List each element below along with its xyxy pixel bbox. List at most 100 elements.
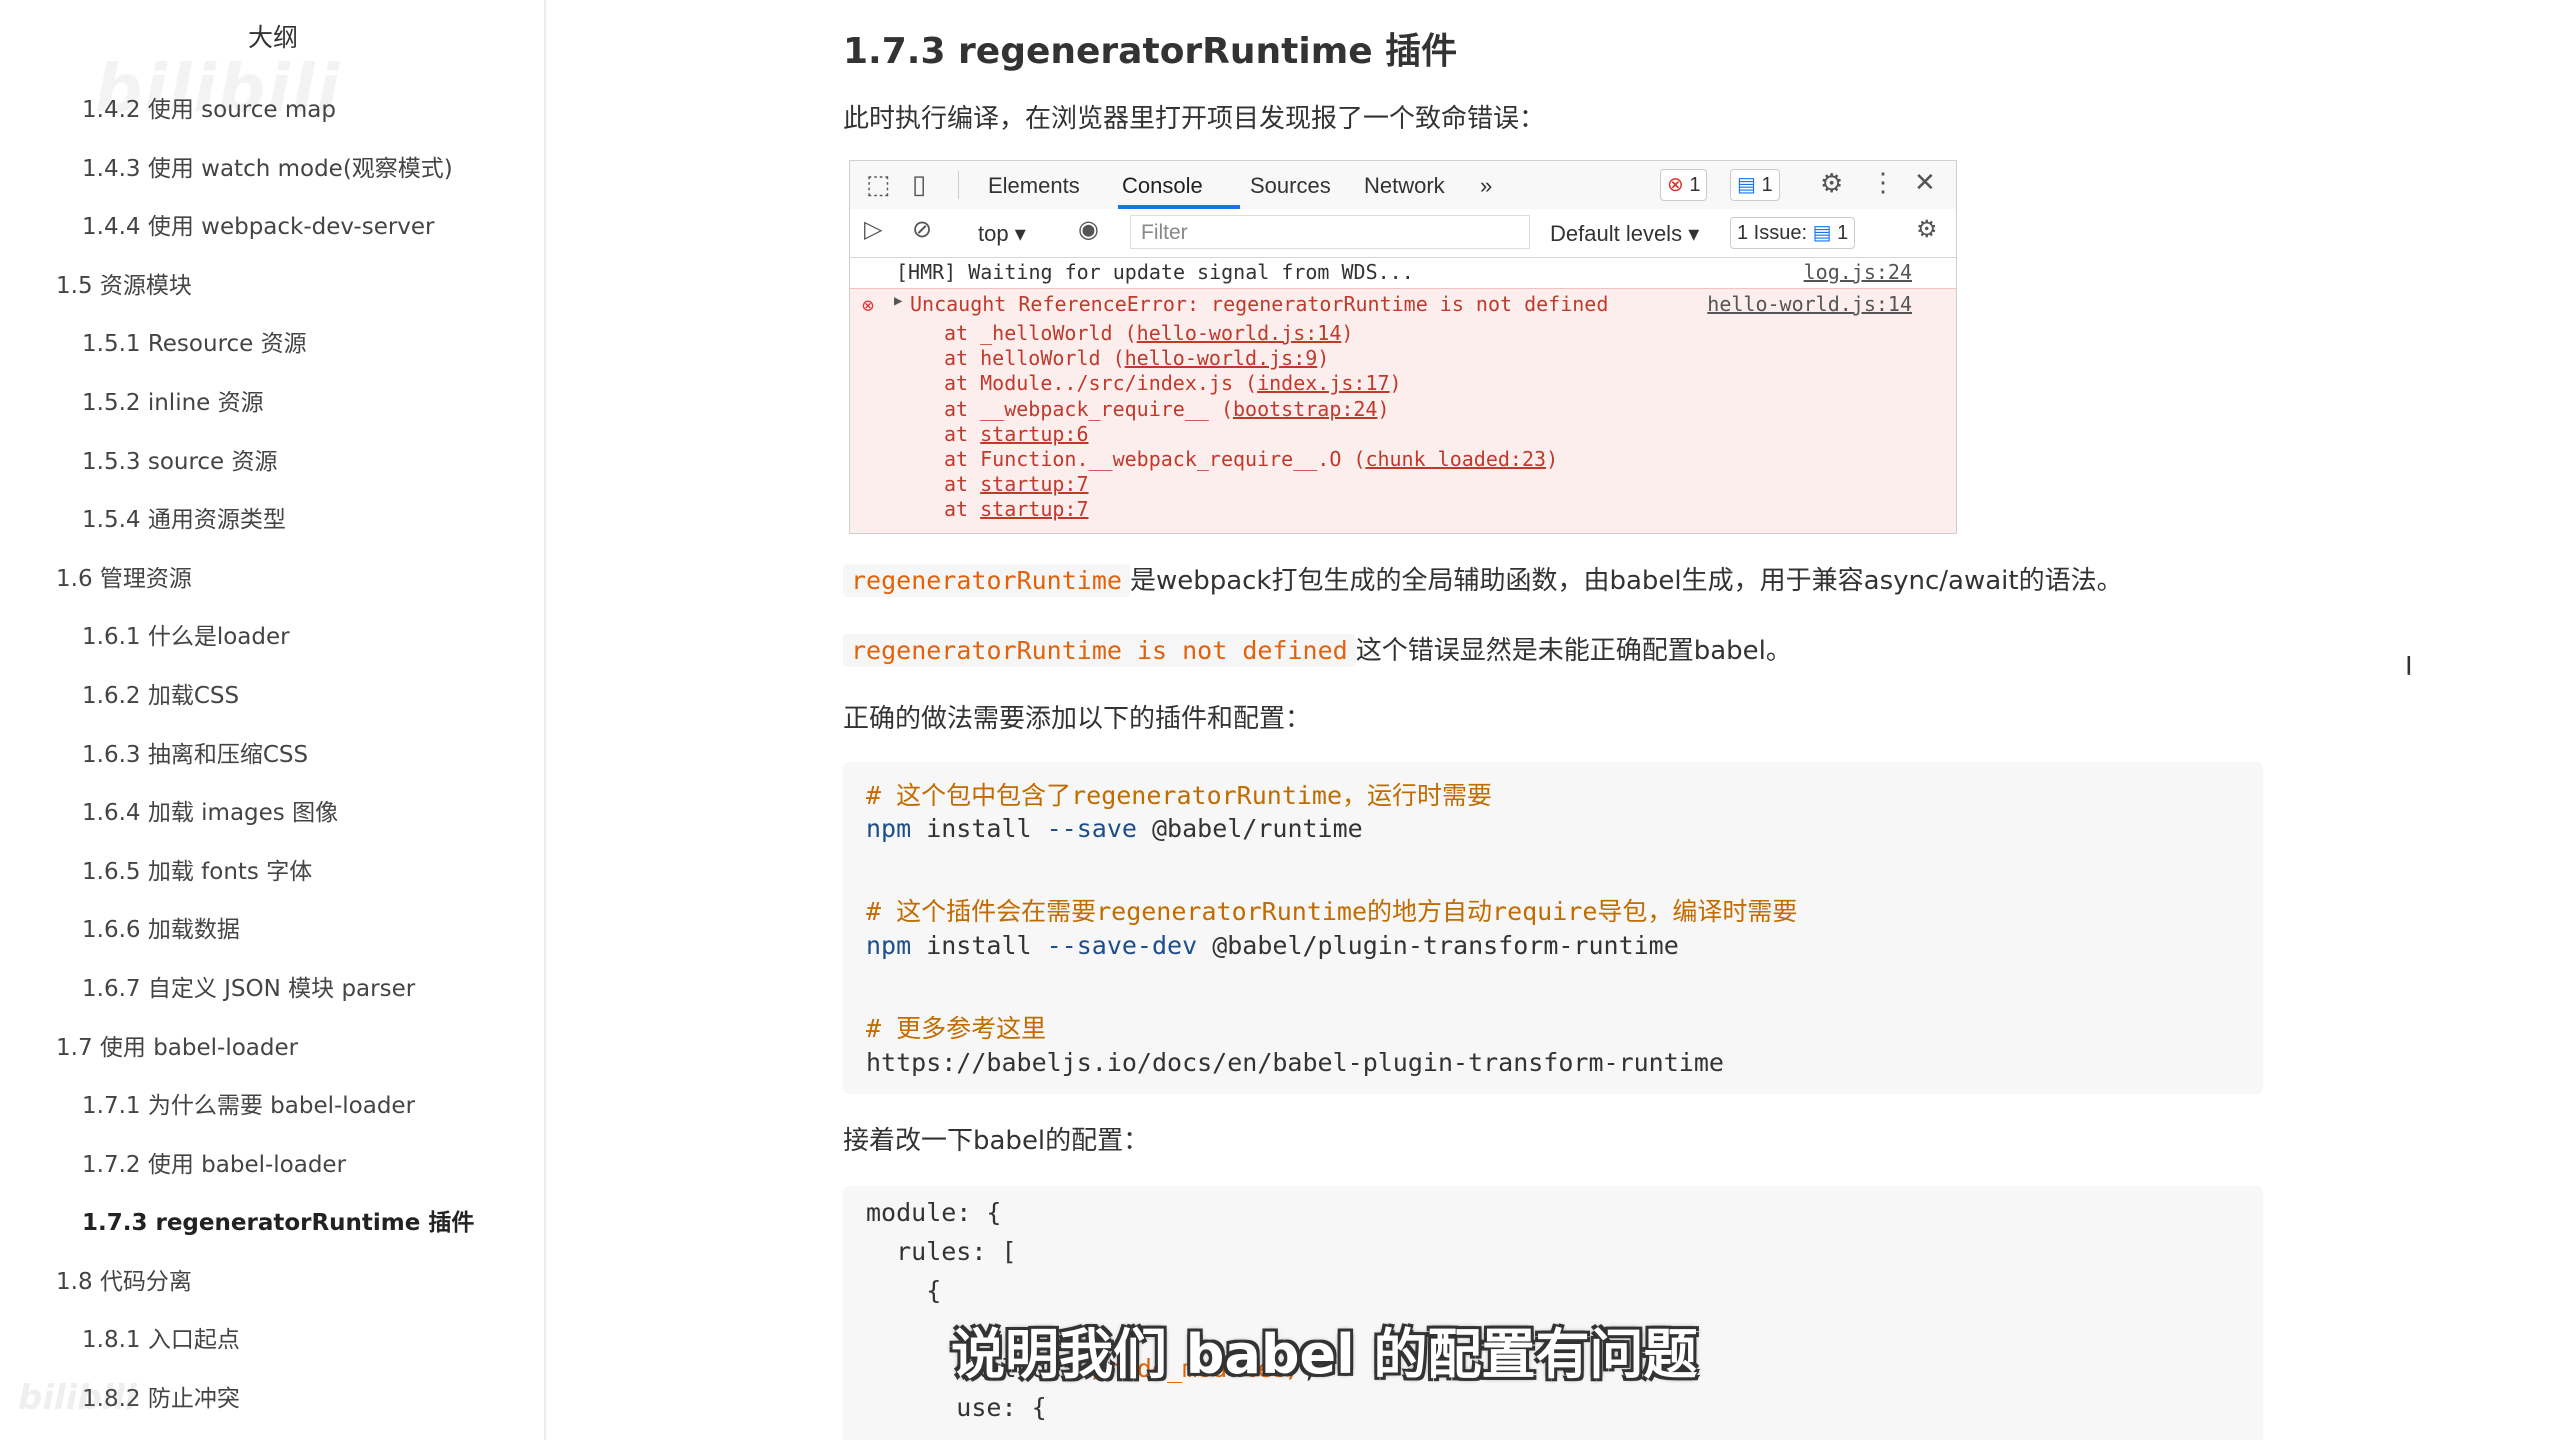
stack-frame-text: at Module../src/index.js ( bbox=[944, 371, 1258, 396]
page-title: 1.7.3 regeneratorRuntime 插件 bbox=[843, 31, 1458, 72]
outline-title: 大纲 bbox=[247, 23, 298, 52]
log-levels-value: Default levels bbox=[1550, 221, 1683, 246]
stack-frame-link: hello-world.js:14 bbox=[1136, 321, 1342, 345]
code-text: install bbox=[911, 814, 1047, 843]
tabbar-separator bbox=[958, 171, 959, 199]
stack-frame-link: startup:6 bbox=[980, 421, 1089, 446]
stack-frame-link: bootstrap:24 bbox=[1232, 396, 1378, 421]
stack-frame: at helloWorld (hello-world.js:9) bbox=[944, 346, 1329, 370]
inline-code: regeneratorRuntime is not defined bbox=[843, 634, 1356, 667]
log-source-link: log.js:24 bbox=[1803, 260, 1912, 284]
toc-item[interactable]: 1.6.3 抽离和压缩CSS bbox=[0, 731, 546, 790]
toc-item[interactable]: 1.5.2 inline 资源 bbox=[0, 379, 546, 438]
code-flag: --save-dev bbox=[1046, 931, 1198, 960]
console-settings-icon: ⚙ bbox=[1916, 216, 1938, 243]
toc-list: 1.4.2 使用 source map 1.4.3 使用 watch mode(观… bbox=[0, 86, 546, 1434]
devtools-screenshot: ⬚ ▯ Elements Console Sources Network » ⊗… bbox=[849, 160, 1957, 534]
issue-icon: ▤ bbox=[1812, 222, 1832, 244]
video-subtitle: 说明我们 babel 的配置有问题 bbox=[951, 1323, 1698, 1386]
sidebar-toggle-icon: ▷ bbox=[864, 216, 883, 243]
stack-frame: at _helloWorld (hello-world.js:14) bbox=[944, 321, 1353, 345]
stack-frame-link: startup:7 bbox=[980, 497, 1089, 522]
message-count-badge: ▤ 1 bbox=[1730, 169, 1780, 201]
code-line: rules: [ bbox=[866, 1237, 1017, 1266]
outline-sidebar: bilibili 大纲 1.4.2 使用 source map 1.4.3 使用 … bbox=[0, 0, 546, 1440]
toc-item[interactable]: 1.4.2 使用 source map bbox=[0, 86, 546, 145]
paragraph-regenerator-desc: regeneratorRuntime 是webpack打包生成的全局辅助函数，由b… bbox=[843, 560, 2123, 597]
tab-elements: Elements bbox=[988, 173, 1080, 198]
paragraph-text: 是webpack打包生成的全局辅助函数，由babel生成，用于兼容async/a… bbox=[1129, 566, 2123, 596]
context-selector: top ▾ bbox=[978, 221, 1026, 246]
toc-item[interactable]: 1.4.4 使用 webpack-dev-server bbox=[0, 203, 546, 262]
code-line: npm install --save-dev @babel/plugin-tra… bbox=[866, 931, 1679, 960]
toc-item[interactable]: 1.6.7 自定义 JSON 模块 parser bbox=[0, 965, 546, 1024]
stack-frame-text: at bbox=[944, 472, 981, 497]
devtools-tabbar: ⬚ ▯ Elements Console Sources Network » ⊗… bbox=[850, 161, 1956, 210]
toc-item[interactable]: 1.5.1 Resource 资源 bbox=[0, 320, 546, 379]
toc-item[interactable]: 1.6.6 加载数据 bbox=[0, 906, 546, 965]
toc-item[interactable]: 1.6.2 加载CSS bbox=[0, 672, 546, 731]
stack-frame-text: ) bbox=[1546, 447, 1559, 471]
toc-item[interactable]: 1.7.3 regeneratorRuntime 插件 bbox=[0, 1199, 546, 1258]
stack-frame: at startup:7 bbox=[944, 497, 1089, 521]
bilibili-watermark-bottom: bilibili bbox=[18, 1378, 137, 1418]
toc-item[interactable]: 1.6.1 什么是loader bbox=[0, 613, 546, 672]
code-text: install bbox=[911, 931, 1047, 960]
toc-item[interactable]: 1.4.3 使用 watch mode(观察模式) bbox=[0, 145, 546, 204]
toc-item[interactable]: 1.7 使用 babel-loader bbox=[0, 1024, 546, 1083]
inspect-icon: ⬚ bbox=[866, 169, 891, 199]
context-value: top bbox=[978, 221, 1009, 246]
code-package: @babel/runtime bbox=[1136, 814, 1363, 843]
error-source-link: hello-world.js:14 bbox=[1707, 292, 1912, 316]
console-error-block: ⊗ ▶ Uncaught ReferenceError: regenerator… bbox=[850, 288, 1956, 533]
code-line: use: { bbox=[866, 1393, 1047, 1422]
code-line: { bbox=[866, 1276, 942, 1305]
console-log-row: [HMR] Waiting for update signal from WDS… bbox=[850, 257, 1956, 287]
error-count-badge: ⊗ 1 bbox=[1660, 169, 1708, 201]
toc-item[interactable]: 1.5.4 通用资源类型 bbox=[0, 496, 546, 555]
error-icon: ⊗ bbox=[1667, 174, 1684, 196]
paragraph-babel-config: 接着改一下babel的配置： bbox=[843, 1126, 1150, 1156]
stack-frame-text: at bbox=[944, 497, 981, 522]
tab-network: Network bbox=[1364, 173, 1445, 198]
toc-item[interactable]: 1.8.1 入口起点 bbox=[0, 1316, 546, 1375]
toc-item[interactable]: 1.8 代码分离 bbox=[0, 1258, 546, 1317]
console-filter-input: Filter bbox=[1130, 215, 1530, 249]
clear-console-icon: ⊘ bbox=[912, 216, 933, 243]
stack-frame-text: ) bbox=[1341, 321, 1354, 345]
error-message: Uncaught ReferenceError: regeneratorRunt… bbox=[910, 292, 1609, 316]
issues-label: 1 Issue: bbox=[1737, 222, 1808, 244]
code-url: https://babeljs.io/docs/en/babel-plugin-… bbox=[866, 1048, 1724, 1077]
stack-frame: at __webpack_require__ (bootstrap:24) bbox=[944, 397, 1390, 421]
stack-frame-link: startup:7 bbox=[980, 472, 1089, 497]
code-command: npm bbox=[866, 931, 912, 960]
expand-triangle-icon: ▶ bbox=[894, 293, 903, 309]
settings-gear-icon: ⚙ bbox=[1820, 168, 1844, 198]
error-circle-icon: ⊗ bbox=[862, 293, 875, 317]
stack-frame: at Module../src/index.js (index.js:17) bbox=[944, 371, 1402, 395]
toc-item[interactable]: 1.5.3 source 资源 bbox=[0, 438, 546, 497]
toc-item[interactable]: 1.7.1 为什么需要 babel-loader bbox=[0, 1082, 546, 1141]
code-block-install: # 这个包中包含了regeneratorRuntime，运行时需要 npm in… bbox=[843, 762, 2263, 1094]
code-package: @babel/plugin-transform-runtime bbox=[1197, 931, 1679, 960]
toc-item[interactable]: 1.6.5 加载 fonts 字体 bbox=[0, 848, 546, 907]
toc-item[interactable]: 1.7.2 使用 babel-loader bbox=[0, 1141, 546, 1200]
code-comment: # 这个插件会在需要regeneratorRuntime的地方自动require… bbox=[866, 897, 1798, 926]
stack-frame: at startup:7 bbox=[944, 472, 1089, 496]
toc-item[interactable]: 1.5 资源模块 bbox=[0, 262, 546, 321]
tab-console: Console bbox=[1122, 173, 1203, 198]
toc-item[interactable]: 1.6.4 加载 images 图像 bbox=[0, 789, 546, 848]
issues-badge: 1 Issue: ▤ 1 bbox=[1730, 217, 1856, 249]
toc-item[interactable]: 1.6 管理资源 bbox=[0, 555, 546, 614]
stack-frame-text: ) bbox=[1389, 371, 1402, 396]
log-levels-dropdown: Default levels ▾ bbox=[1550, 221, 1700, 246]
stack-frame: at startup:6 bbox=[944, 422, 1089, 446]
paragraph-not-defined: regeneratorRuntime is not defined 这个错误显然是… bbox=[843, 630, 1792, 667]
stack-frame-text: at helloWorld ( bbox=[944, 346, 1125, 371]
kebab-menu-icon: ⋮ bbox=[1870, 167, 1896, 197]
stack-frame-text: at Function.__webpack_require__.O ( bbox=[944, 447, 1366, 471]
paragraph-correct-approach: 正确的做法需要添加以下的插件和配置： bbox=[843, 704, 1312, 734]
stack-frame: at Function.__webpack_require__.O (chunk… bbox=[944, 447, 1558, 471]
more-tabs-icon: » bbox=[1480, 173, 1493, 198]
text-cursor-icon: Ι bbox=[2405, 652, 2413, 682]
